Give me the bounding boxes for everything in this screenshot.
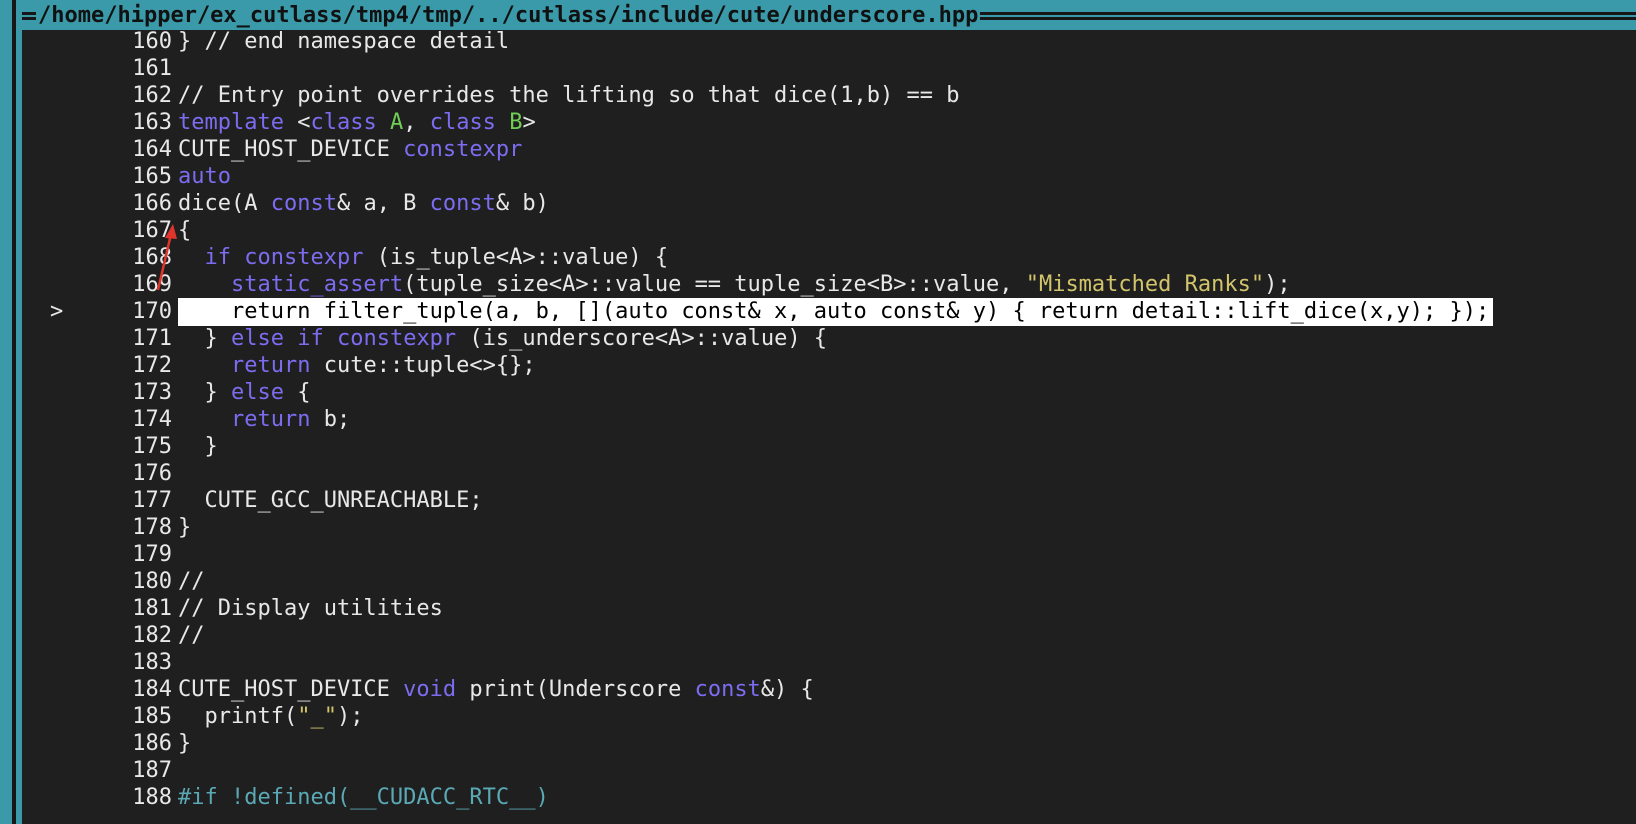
code-line[interactable]: 168 if constexpr (is_tuple<A>::value) { — [22, 244, 1636, 272]
code-text: dice(A const& a, B const& b) — [178, 191, 549, 216]
line-number: 160 — [132, 29, 172, 54]
title-bar: /home/hipper/ex_cutlass/tmp4/tmp/../cutl… — [0, 0, 1636, 30]
line-number: 184 — [132, 677, 172, 702]
code-line[interactable]: 161 — [22, 55, 1636, 83]
code-line[interactable]: 174 return b; — [22, 406, 1636, 434]
code-text: return filter_tuple(a, b, [](auto const&… — [178, 298, 1494, 326]
source-view[interactable]: 160} // end namespace detail 161 162// Ent… — [22, 28, 1636, 824]
code-text: // — [178, 623, 205, 648]
code-text: return b; — [230, 407, 351, 432]
line-number: 166 — [132, 191, 172, 216]
line-number: 161 — [132, 56, 172, 81]
line-number: 185 — [132, 704, 172, 729]
code-line[interactable]: 167{ — [22, 217, 1636, 245]
code-text: #if !defined(__CUDACC_RTC__) — [178, 785, 549, 810]
code-line[interactable]: 163 template <class A, class B> — [22, 109, 1636, 137]
code-text: } — [178, 434, 218, 459]
line-number: 173 — [132, 380, 172, 405]
code-text: template <class A, class B> — [178, 110, 536, 135]
code-text: } else if constexpr (is_underscore<A>::v… — [178, 326, 828, 351]
line-number: 188 — [132, 785, 172, 810]
code-text: CUTE_HOST_DEVICE constexpr — [178, 137, 523, 162]
annotation-arrow-icon — [156, 224, 177, 291]
code-line[interactable]: 166 dice(A const& a, B const& b) — [22, 190, 1636, 218]
code-text: } else { — [178, 380, 311, 405]
code-line[interactable]: 172 return cute::tuple<>{}; — [22, 352, 1636, 380]
code-line[interactable]: 187 — [22, 757, 1636, 785]
code-text: if constexpr (is_tuple<A>::value) { — [204, 245, 669, 270]
code-text: // — [178, 569, 205, 594]
code-text: } — [178, 731, 192, 756]
code-line[interactable]: 171 } else if constexpr (is_underscore<A… — [22, 325, 1636, 353]
line-number: 176 — [132, 461, 172, 486]
code-line[interactable]: 162// Entry point overrides the lifting … — [22, 82, 1636, 110]
line-number: 162 — [132, 83, 172, 108]
editor-window: /home/hipper/ex_cutlass/tmp4/tmp/../cutl… — [0, 0, 1636, 824]
line-number: 180 — [132, 569, 172, 594]
code-line[interactable]: 182// — [22, 622, 1636, 650]
code-line[interactable]: 181// Display utilities — [22, 595, 1636, 623]
code-line[interactable]: 184 CUTE_HOST_DEVICE void print(Underscor… — [22, 676, 1636, 704]
code-line[interactable]: 186} — [22, 730, 1636, 758]
line-number: 163 — [132, 110, 172, 135]
code-text: // Display utilities — [178, 596, 443, 621]
code-text: CUTE_HOST_DEVICE void print(Underscore c… — [178, 677, 814, 702]
code-line[interactable]: 160} // end namespace detail — [22, 28, 1636, 56]
line-number: 186 — [132, 731, 172, 756]
line-number: 175 — [132, 434, 172, 459]
line-number: 172 — [132, 353, 172, 378]
line-number: 170 — [132, 299, 172, 324]
line-number: 164 — [132, 137, 172, 162]
line-number: 177 — [132, 488, 172, 513]
window-border — [0, 0, 12, 824]
file-path-title: /home/hipper/ex_cutlass/tmp4/tmp/../cutl… — [36, 3, 981, 29]
line-number: 183 — [132, 650, 172, 675]
code-line[interactable]: 165 auto — [22, 163, 1636, 191]
code-line[interactable]: 179 — [22, 541, 1636, 569]
code-text: static_assert(tuple_size<A>::value == tu… — [230, 272, 1291, 297]
current-line-marker: > — [50, 299, 64, 324]
code-line[interactable]: >170 return filter_tuple(a, b, [](auto c… — [22, 298, 1636, 326]
code-text: auto — [178, 164, 231, 189]
line-number: 171 — [132, 326, 172, 351]
line-number: 174 — [132, 407, 172, 432]
code-line[interactable]: 173 } else { — [22, 379, 1636, 407]
code-text: } — [178, 515, 192, 540]
code-line[interactable]: 180// — [22, 568, 1636, 596]
line-number: 181 — [132, 596, 172, 621]
code-text: return cute::tuple<>{}; — [230, 353, 536, 378]
code-line[interactable]: 177 CUTE_GCC_UNREACHABLE; — [22, 487, 1636, 515]
code-text: } // end namespace detail — [178, 29, 510, 54]
line-number: 187 — [132, 758, 172, 783]
code-line[interactable]: 188 #if !defined(__CUDACC_RTC__) — [22, 784, 1636, 812]
code-text: printf("_"); — [178, 704, 364, 729]
code-line[interactable]: 183 — [22, 649, 1636, 677]
line-number: 178 — [132, 515, 172, 540]
code-line[interactable]: 178} — [22, 514, 1636, 542]
line-number: 179 — [132, 542, 172, 567]
code-line[interactable]: 169 static_assert(tuple_size<A>::value =… — [22, 271, 1636, 299]
line-number: 165 — [132, 164, 172, 189]
line-number: 182 — [132, 623, 172, 648]
code-line[interactable]: 164 CUTE_HOST_DEVICE constexpr — [22, 136, 1636, 164]
code-text: CUTE_GCC_UNREACHABLE; — [178, 488, 483, 513]
code-line[interactable]: 185 printf("_"); — [22, 703, 1636, 731]
code-line[interactable]: 176 — [22, 460, 1636, 488]
code-text: // Entry point overrides the lifting so … — [178, 83, 960, 108]
code-line[interactable]: 175 } — [22, 433, 1636, 461]
